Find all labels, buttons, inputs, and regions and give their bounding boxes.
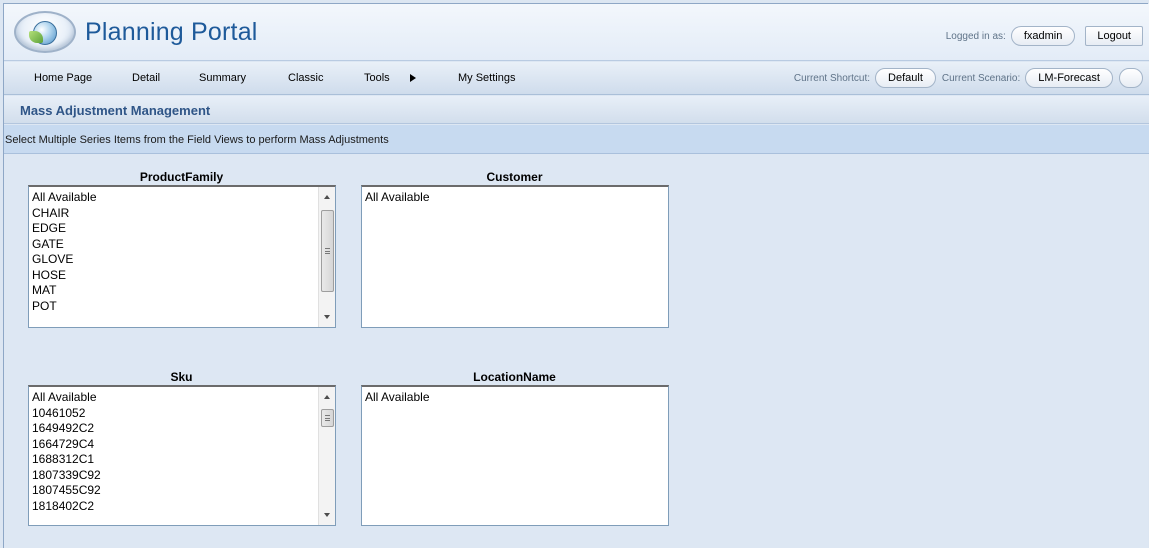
list-item[interactable]: CHAIR [32, 206, 335, 222]
customer-label: Customer [486, 170, 543, 184]
shortcut-button[interactable]: Default [875, 68, 936, 88]
app-title: Planning Portal [85, 18, 258, 46]
scroll-grip-icon [325, 415, 330, 421]
list-item[interactable]: 1649492C2 [32, 421, 335, 437]
product-family-label: ProductFamily [139, 170, 224, 184]
scroll-down-arrow-icon[interactable] [324, 513, 330, 517]
instructions-bar: Select Multiple Series Items from the Fi… [4, 125, 1149, 154]
list-item[interactable]: GATE [32, 237, 335, 253]
nav-my-settings[interactable]: My Settings [458, 72, 515, 84]
app-frame: Planning Portal Logged in as: fxadmin Lo… [3, 3, 1149, 548]
scroll-thumb[interactable] [321, 409, 334, 427]
sku-scrollbar[interactable] [318, 387, 335, 525]
product-family-scrollbar[interactable] [318, 187, 335, 327]
list-item[interactable]: 1664729C4 [32, 437, 335, 453]
customer-listbox[interactable]: All Available [361, 185, 669, 328]
current-scenario-label: Current Scenario: [941, 72, 1021, 84]
list-item[interactable]: GLOVE [32, 252, 335, 268]
list-item[interactable]: POT [32, 299, 335, 315]
nav-summary[interactable]: Summary [199, 72, 246, 84]
sku-listbox[interactable]: All Available 10461052 1649492C2 1664729C4 1… [28, 385, 336, 526]
instructions-text: Select Multiple Series Items from the Fi… [5, 134, 389, 146]
list-item[interactable]: All Available [32, 190, 335, 206]
list-item[interactable]: 1688312C1 [32, 452, 335, 468]
user-area: Logged in as: fxadmin Logout [946, 26, 1143, 46]
nav-status-area: Current Shortcut: Default Current Scenar… [794, 68, 1143, 88]
section-bar: Mass Adjustment Management [4, 96, 1149, 124]
location-name-listbox[interactable]: All Available [361, 385, 669, 526]
product-family-listbox[interactable]: All Available CHAIR EDGE GATE GLOVE HOSE MAT PO… [28, 185, 336, 328]
page-title: Mass Adjustment Management [20, 103, 211, 118]
nav-tools[interactable]: Tools [364, 72, 390, 84]
planning-portal-logo [14, 11, 76, 53]
list-item[interactable]: All Available [365, 190, 668, 206]
list-item[interactable]: All Available [32, 390, 335, 406]
customer-list: All Available [362, 187, 668, 206]
list-item[interactable]: 1818402C2 [32, 499, 335, 515]
scroll-grip-icon [325, 248, 330, 254]
location-name-label: LocationName [473, 370, 556, 384]
list-item[interactable]: 1807455C92 [32, 483, 335, 499]
logout-button[interactable]: Logout [1085, 26, 1143, 46]
header: Planning Portal Logged in as: fxadmin Lo… [4, 4, 1149, 61]
scroll-up-arrow-icon[interactable] [324, 395, 330, 399]
scroll-up-arrow-icon[interactable] [324, 195, 330, 199]
nav-detail[interactable]: Detail [132, 72, 160, 84]
leaf-icon [29, 31, 43, 43]
main-nav: Home Page Detail Summary Classic Tools M… [4, 62, 1149, 95]
product-family-list: All Available CHAIR EDGE GATE GLOVE HOSE MAT PO… [29, 187, 335, 314]
list-item[interactable]: HOSE [32, 268, 335, 284]
logged-in-label: Logged in as: [945, 30, 1006, 42]
list-item[interactable]: EDGE [32, 221, 335, 237]
round-action-button[interactable] [1119, 68, 1143, 88]
current-shortcut-label: Current Shortcut: [793, 72, 871, 84]
scroll-down-arrow-icon[interactable] [324, 315, 330, 319]
username-button[interactable]: fxadmin [1010, 26, 1076, 46]
nav-classic[interactable]: Classic [288, 72, 323, 84]
tools-submenu-arrow-icon[interactable] [410, 74, 416, 82]
list-item[interactable]: MAT [32, 283, 335, 299]
list-item[interactable]: 1807339C92 [32, 468, 335, 484]
location-name-list: All Available [362, 387, 668, 406]
list-item[interactable]: All Available [365, 390, 668, 406]
list-item[interactable]: 10461052 [32, 406, 335, 422]
scroll-thumb[interactable] [321, 210, 334, 292]
scenario-button[interactable]: LM-Forecast [1025, 68, 1113, 88]
sku-label: Sku [170, 370, 193, 384]
sku-list: All Available 10461052 1649492C2 1664729C4 1… [29, 387, 335, 514]
nav-home-page[interactable]: Home Page [34, 72, 92, 84]
